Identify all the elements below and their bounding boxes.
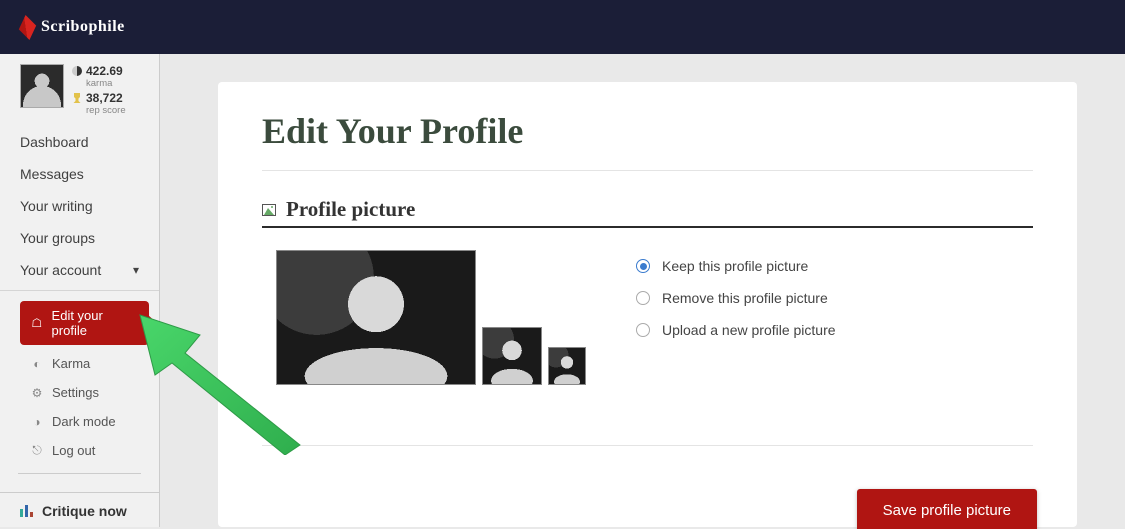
radio-unchecked[interactable]	[636, 291, 650, 305]
nav-dashboard[interactable]: Dashboard	[0, 126, 159, 158]
radio-unchecked[interactable]	[636, 323, 650, 337]
option-keep[interactable]: Keep this profile picture	[636, 250, 1033, 282]
divider	[18, 473, 141, 474]
content-panel: Edit Your Profile Profile picture Keep t…	[218, 82, 1077, 527]
gear-icon: ⚙	[30, 386, 44, 400]
subnav-karma-label: Karma	[52, 356, 90, 371]
yin-yang-icon: ◐	[30, 357, 44, 371]
trophy-icon	[72, 93, 82, 103]
rep-label: rep score	[86, 105, 126, 116]
user-stats: 422.69 karma 38,722 rep score	[72, 64, 126, 116]
critique-now-label: Critique now	[42, 503, 127, 519]
section-title: Profile picture	[286, 197, 415, 222]
subnav-logout-label: Log out	[52, 443, 95, 458]
karma-label: karma	[86, 78, 126, 89]
logout-icon: ⎋	[30, 443, 44, 458]
nav-your-groups[interactable]: Your groups	[0, 222, 159, 254]
profile-picture-large	[276, 250, 476, 385]
brand-logo[interactable]: Scribophile	[20, 18, 125, 36]
subnav-settings-label: Settings	[52, 385, 99, 400]
chevron-down-icon: ▾	[133, 263, 139, 277]
nav-your-writing[interactable]: Your writing	[0, 190, 159, 222]
radio-checked[interactable]	[636, 259, 650, 273]
subnav-edit-profile[interactable]: ☖ Edit your profile	[20, 301, 149, 345]
yin-yang-icon	[72, 66, 82, 76]
nav-your-account-label: Your account	[20, 262, 101, 278]
subnav-logout[interactable]: ⎋ Log out	[0, 436, 159, 465]
nav-messages[interactable]: Messages	[0, 158, 159, 190]
critique-now[interactable]: Critique now	[0, 492, 159, 527]
quill-icon	[19, 14, 36, 39]
main-nav: Dashboard Messages Your writing Your gro…	[0, 122, 159, 290]
subnav-edit-profile-label: Edit your profile	[52, 308, 139, 338]
avatar[interactable]	[20, 64, 64, 108]
divider	[262, 170, 1033, 171]
profile-picture-previews	[262, 250, 586, 385]
profile-picture-small	[548, 347, 586, 385]
option-remove[interactable]: Remove this profile picture	[636, 282, 1033, 314]
subnav-dark-mode-label: Dark mode	[52, 414, 116, 429]
bar-chart-icon	[20, 505, 34, 517]
page-title: Edit Your Profile	[262, 110, 1033, 152]
save-profile-picture-button[interactable]: Save profile picture	[857, 489, 1037, 529]
id-card-icon: ☖	[30, 316, 44, 330]
nav-your-account[interactable]: Your account ▾	[0, 254, 159, 286]
top-bar: Scribophile	[0, 0, 1125, 54]
brand-name: Scribophile	[41, 18, 125, 36]
main-content: Edit Your Profile Profile picture Keep t…	[160, 54, 1125, 527]
option-remove-label: Remove this profile picture	[662, 290, 828, 306]
toggle-icon: ◑	[30, 415, 44, 429]
rep-value: 38,722	[86, 91, 123, 105]
option-upload-label: Upload a new profile picture	[662, 322, 836, 338]
subnav-karma[interactable]: ◐ Karma	[0, 349, 159, 378]
karma-value: 422.69	[86, 64, 123, 78]
sidebar: 422.69 karma 38,722 rep score Dashboard …	[0, 54, 160, 527]
option-keep-label: Keep this profile picture	[662, 258, 808, 274]
option-upload[interactable]: Upload a new profile picture	[636, 314, 1033, 346]
subnav-settings[interactable]: ⚙ Settings	[0, 378, 159, 407]
image-icon	[262, 204, 276, 216]
account-submenu: ☖ Edit your profile ◐ Karma ⚙ Settings ◑…	[0, 290, 159, 465]
profile-picture-medium	[482, 327, 542, 385]
divider	[262, 445, 1033, 446]
section-header: Profile picture	[262, 197, 1033, 228]
picture-options: Keep this profile picture Remove this pr…	[636, 250, 1033, 385]
subnav-dark-mode[interactable]: ◑ Dark mode	[0, 407, 159, 436]
profile-summary[interactable]: 422.69 karma 38,722 rep score	[0, 54, 159, 122]
